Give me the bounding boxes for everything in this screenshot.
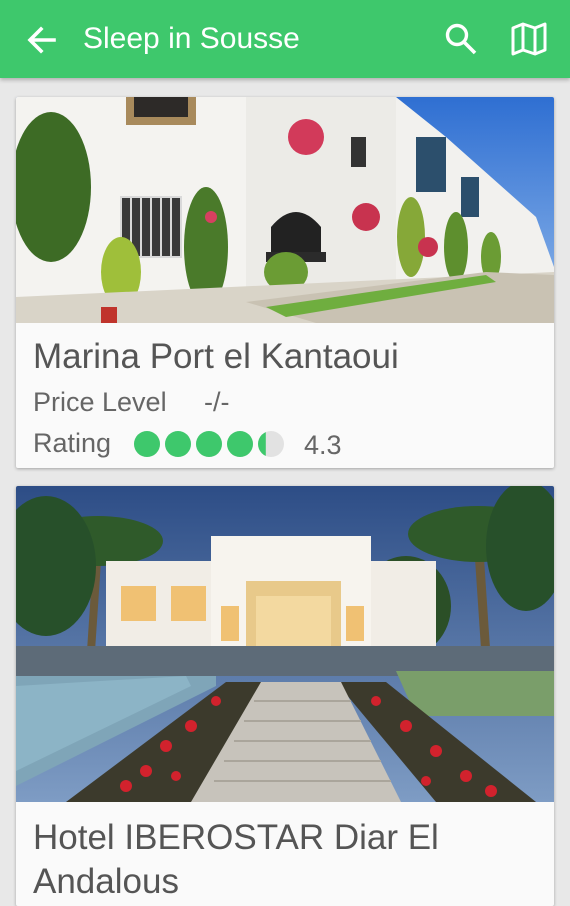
- rating-label: Rating: [33, 428, 112, 458]
- rating-bubble-fill: [196, 431, 222, 457]
- map-icon[interactable]: [510, 22, 548, 56]
- app-bar: Sleep in Sousse: [0, 0, 570, 78]
- rating-bubbles: [134, 431, 284, 457]
- hotel-card[interactable]: Hotel IBEROSTAR Diar El Andalous: [16, 486, 554, 906]
- hotel-card[interactable]: Marina Port el Kantaoui Price Level -/- …: [16, 97, 554, 468]
- hotel-name: Marina Port el Kantaoui: [33, 337, 399, 376]
- rating-bubble-fill: [227, 431, 253, 457]
- hotel-photo: [16, 97, 554, 323]
- price-level-value: -/-: [204, 387, 230, 417]
- hotel-photo: [16, 486, 554, 802]
- price-level-label: Price Level: [33, 387, 167, 417]
- search-icon[interactable]: [444, 22, 478, 56]
- app-title: Sleep in Sousse: [83, 22, 300, 55]
- arrow-back-icon[interactable]: [24, 22, 60, 58]
- rating-bubble-fill: [165, 431, 191, 457]
- rating-value: 4.3: [304, 430, 342, 460]
- hotel-name: Hotel IBEROSTAR Diar El Andalous: [33, 818, 439, 901]
- rating-bubble-fill: [134, 431, 160, 457]
